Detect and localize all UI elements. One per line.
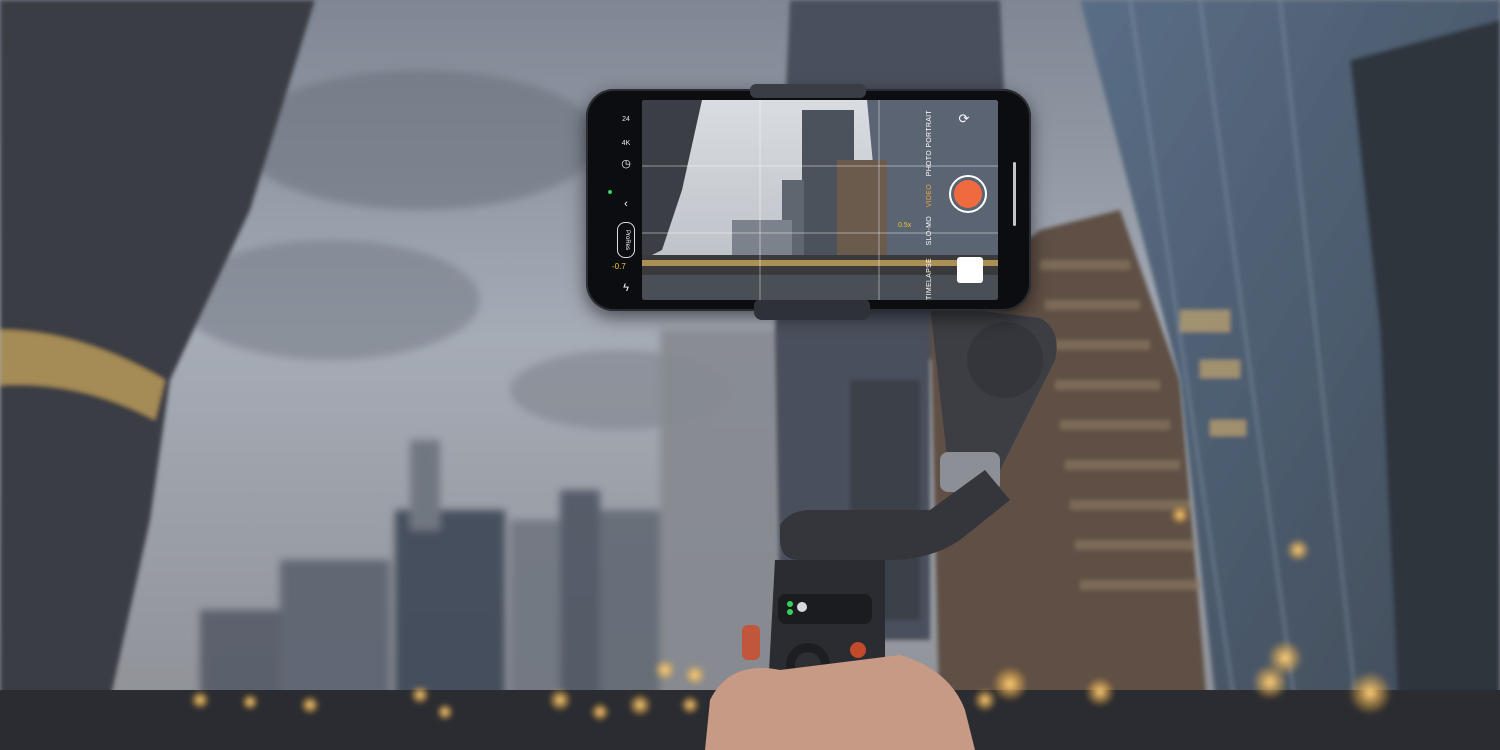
camera-flip-icon[interactable]: ⟳ (955, 110, 973, 128)
gallery-thumbnail[interactable] (957, 257, 983, 283)
gimbal-clamp-bottom (754, 298, 870, 320)
mode-portrait[interactable]: PORTRAIT (926, 110, 933, 148)
mode-photo[interactable]: PHOTO (926, 150, 933, 176)
chevron-left-icon[interactable]: ‹ (618, 196, 634, 212)
mode-video[interactable]: VIDEO (926, 184, 933, 207)
record-button[interactable] (949, 175, 987, 213)
status-dot (608, 190, 612, 194)
photo-scene: 24 4K ◷ ‹ ProRes -0.7 ϟ PORTRAIT PHOTO V… (0, 0, 1500, 750)
resolution-label[interactable]: 4K (608, 140, 644, 148)
timer-icon[interactable]: ◷ (618, 156, 634, 172)
mode-timelapse[interactable]: TIMELAPSE (926, 258, 933, 300)
camera-mode-menu: PORTRAIT PHOTO VIDEO SLO-MO TIMELAPSE (916, 108, 946, 300)
zoom-level[interactable]: 0.5x (898, 222, 911, 229)
phone-side-button (1013, 162, 1016, 226)
frame-rate-label[interactable]: 24 (608, 116, 644, 124)
camera-left-controls: 24 4K ◷ ‹ ProRes -0.7 ϟ (608, 112, 644, 302)
exposure-value[interactable]: -0.7 (612, 262, 626, 271)
flash-icon[interactable]: ϟ (618, 280, 634, 296)
gimbal-clamp-top (750, 84, 866, 98)
prores-badge[interactable]: ProRes (617, 222, 635, 258)
mode-slowmo[interactable]: SLO-MO (926, 216, 933, 245)
